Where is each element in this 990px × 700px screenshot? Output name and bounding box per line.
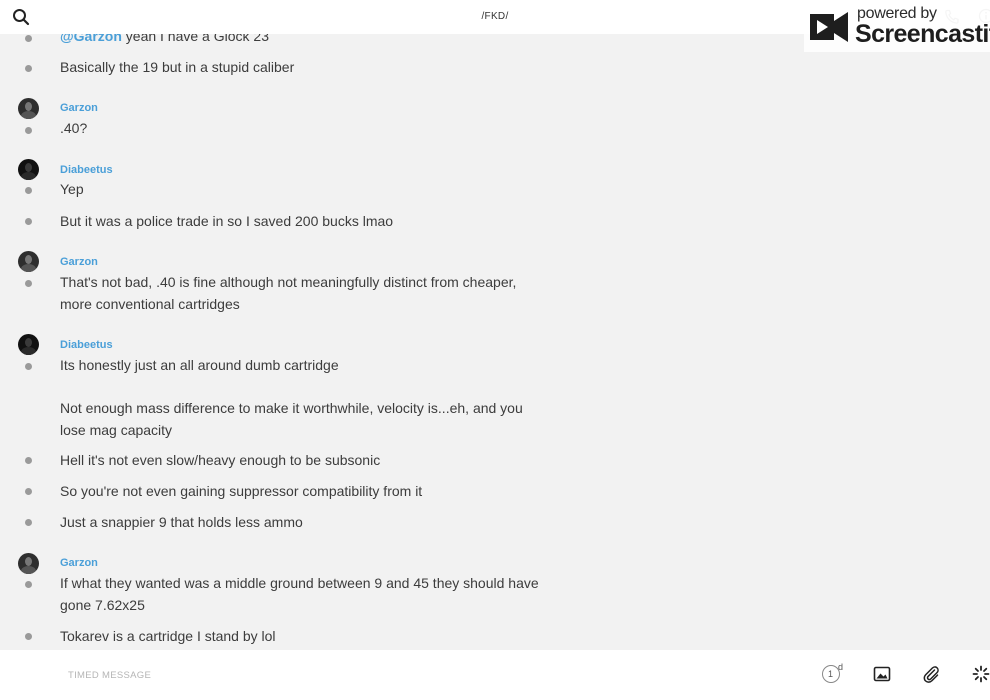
message-text: Its honestly just an all around dumb car…: [60, 357, 339, 373]
message-text: Not enough mass difference to make it wo…: [60, 398, 560, 441]
author-name[interactable]: Garzon: [60, 557, 98, 569]
message-bullet: [25, 35, 32, 42]
avatar[interactable]: [18, 334, 39, 355]
avatar[interactable]: [18, 251, 39, 272]
image-icon[interactable]: [873, 665, 891, 683]
message-input[interactable]: TIMED MESSAGE: [68, 670, 151, 681]
avatar[interactable]: [18, 159, 39, 180]
author-name[interactable]: Garzon: [60, 256, 98, 268]
message-bullet: [25, 65, 32, 72]
spinner-icon[interactable]: [972, 665, 990, 683]
message-text: Yep: [60, 181, 84, 197]
message-text: Tokarev is a cartridge I stand by lol: [60, 628, 276, 644]
timer-value: 1: [828, 669, 834, 679]
author-name[interactable]: Diabeetus: [60, 164, 113, 176]
paperclip-icon[interactable]: [922, 665, 940, 683]
message-text: So you're not even gaining suppressor co…: [60, 483, 423, 499]
message-line: If what they wanted was a middle ground …: [60, 575, 539, 591]
message-bullet: [25, 363, 32, 370]
avatar[interactable]: [18, 553, 39, 574]
message-bullet: [25, 488, 32, 495]
avatar[interactable]: [18, 98, 39, 119]
timer-icon[interactable]: 1 d: [822, 662, 844, 685]
message-line: more conventional cartridges: [60, 295, 240, 312]
message-text: .40?: [60, 120, 88, 136]
timer-unit: d: [838, 662, 844, 672]
message-text: If what they wanted was a middle ground …: [60, 573, 560, 616]
message-line: That's not bad, .40 is fine although not…: [60, 274, 517, 290]
message-bullet: [25, 633, 32, 640]
author-name[interactable]: Diabeetus: [60, 339, 113, 351]
message-line: gone 7.62x25: [60, 596, 145, 613]
message-bullet: [25, 187, 32, 194]
message-bullet: [25, 127, 32, 134]
screencastify-watermark: powered by Screencastify: [804, 2, 990, 52]
message-text: Just a snappier 9 that holds less ammo: [60, 514, 303, 530]
author-name[interactable]: Garzon: [60, 102, 98, 114]
message-thread: @Garzon yeah I have a Glock 23 Basically…: [0, 0, 990, 650]
message-text: Hell it's not even slow/heavy enough to …: [60, 452, 381, 468]
message-text: That's not bad, .40 is fine although not…: [60, 272, 560, 315]
message-bullet: [25, 218, 32, 225]
message-bullet: [25, 457, 32, 464]
message-line: lose mag capacity: [60, 421, 173, 438]
message-bullet: [25, 581, 32, 588]
screencastify-logo-icon: [810, 12, 848, 42]
watermark-brand: Screencastify: [855, 20, 990, 48]
message-line: Not enough mass difference to make it wo…: [60, 400, 523, 416]
message-bullet: [25, 519, 32, 526]
message-text: Basically the 19 but in a stupid caliber: [60, 59, 295, 75]
message-text: But it was a police trade in so I saved …: [60, 213, 394, 229]
message-bullet: [25, 280, 32, 287]
